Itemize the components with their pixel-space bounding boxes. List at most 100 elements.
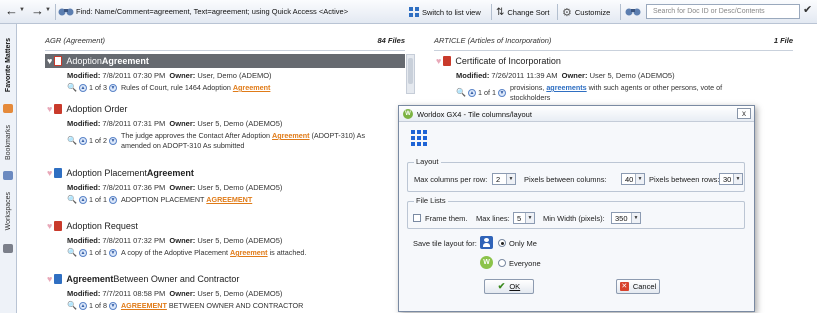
- checkmark-icon: ✔: [497, 281, 506, 291]
- column-divider: [45, 50, 405, 51]
- file-item[interactable]: ♥ Adoption Agreement Modified: 7/8/2011 …: [45, 54, 405, 93]
- next-hit-icon[interactable]: ▼: [108, 249, 117, 257]
- forward-dropdown-icon[interactable]: ▼: [45, 7, 51, 13]
- magnifier-icon[interactable]: 🔍: [67, 83, 77, 93]
- file-item[interactable]: ♥ Adoption Placement Agreement Modified:…: [45, 166, 405, 205]
- search-hit: 🔍 ▲ 1 of 1 ▼ ADOPTION PLACEMENT AGREEMENT: [67, 195, 253, 205]
- forward-arrow-icon[interactable]: →: [31, 4, 44, 18]
- pdf-file-icon: [54, 221, 63, 231]
- tab-workspaces[interactable]: Workspaces: [1, 184, 16, 239]
- file-count: 84 Files: [377, 36, 405, 45]
- previous-hit-icon[interactable]: ▲: [467, 89, 476, 97]
- tile-grid-icon: [411, 130, 427, 146]
- tab-favorite-matters[interactable]: Favorite Matters: [1, 30, 16, 100]
- previous-hit-icon[interactable]: ▲: [78, 249, 87, 257]
- magnifier-icon[interactable]: 🔍: [67, 195, 77, 205]
- vertical-scrollbar[interactable]: [406, 54, 415, 94]
- favorite-heart-icon[interactable]: ♥: [47, 56, 52, 66]
- favorite-heart-icon[interactable]: ♥: [436, 56, 441, 66]
- file-title[interactable]: ♥ Certificate of Incorporation: [434, 54, 793, 68]
- next-hit-icon[interactable]: ▼: [108, 84, 117, 92]
- next-hit-icon[interactable]: ▼: [108, 196, 117, 204]
- tile-layout-dialog: W Worldox GX4 - Tile columns/layout x La…: [398, 105, 755, 312]
- file-title[interactable]: ♥ Agreement Between Owner and Contractor: [45, 272, 405, 286]
- favorite-heart-icon[interactable]: ♥: [47, 168, 52, 178]
- find-description: Find: Name/Comment=agreement, Text=agree…: [76, 7, 349, 16]
- everyone-icon: W: [480, 256, 493, 269]
- file-lists-group: File Lists Frame them. Max lines: 5 ▼ Min…: [407, 196, 745, 229]
- switch-to-list-view-button[interactable]: Switch to list view: [409, 5, 481, 19]
- next-hit-icon[interactable]: ▼: [108, 137, 117, 145]
- favorite-heart-icon[interactable]: ♥: [47, 104, 52, 114]
- toolbar-divider: [491, 4, 492, 20]
- chevron-down-icon: ▼: [631, 213, 640, 223]
- search-input[interactable]: Search for Doc ID or Desc/Contents: [646, 4, 800, 19]
- favorite-heart-icon[interactable]: ♥: [47, 221, 52, 231]
- pdf-file-icon: [54, 56, 63, 66]
- only-me-radio[interactable]: [498, 239, 506, 247]
- previous-hit-icon[interactable]: ▲: [78, 302, 87, 310]
- file-meta: Modified: 7/8/2011 07:32 PM Owner: User …: [67, 236, 283, 245]
- change-sort-button[interactable]: ⇅ Change Sort: [496, 5, 550, 19]
- magnifier-icon[interactable]: 🔍: [67, 136, 77, 146]
- ok-button[interactable]: ✔ OK: [484, 279, 534, 294]
- back-dropdown-icon[interactable]: ▼: [19, 7, 25, 13]
- chevron-down-icon: ▼: [635, 174, 644, 184]
- column-name: (Articles of Incorporation): [467, 36, 552, 45]
- pixels-between-columns-select[interactable]: 40 ▼: [621, 173, 645, 185]
- file-title[interactable]: ♥ Adoption Placement Agreement: [45, 166, 405, 180]
- worldox-logo-icon: W: [403, 109, 413, 119]
- frame-them-checkbox[interactable]: [413, 214, 421, 222]
- next-hit-icon[interactable]: ▼: [108, 302, 117, 310]
- column-abbr: ARTICLE: [434, 36, 466, 45]
- file-meta: Modified: 7/7/2011 08:58 PM Owner: User …: [67, 289, 283, 298]
- close-button[interactable]: x: [737, 108, 751, 119]
- tab-bookmarks-label: Bookmarks: [5, 125, 12, 161]
- next-hit-icon[interactable]: ▼: [497, 89, 506, 97]
- search-go-icon[interactable]: ✔: [803, 3, 812, 16]
- file-title[interactable]: ♥ Adoption Agreement: [45, 54, 405, 68]
- magnifier-icon[interactable]: 🔍: [67, 301, 77, 311]
- binoculars-icon[interactable]: [58, 5, 74, 17]
- search-hit: 🔍 ▲ 1 of 1 ▼ A copy of the Adoptive Placeme…: [67, 248, 307, 258]
- column-header-agr: AGR (Agreement) 84 Files: [45, 36, 405, 48]
- file-item[interactable]: ♥ Adoption Order Modified: 7/8/2011 07:3…: [45, 102, 405, 151]
- file-meta: Modified: 7/8/2011 07:30 PM Owner: User,…: [67, 71, 272, 80]
- bookmarks-icon: [3, 171, 13, 180]
- file-item[interactable]: ♥ Adoption Request Modified: 7/8/2011 07…: [45, 219, 405, 258]
- dialog-titlebar[interactable]: W Worldox GX4 - Tile columns/layout x: [399, 106, 754, 122]
- max-columns-select[interactable]: 2 ▼: [492, 173, 516, 185]
- search-hit: 🔍 ▲ 1 of 8 ▼ AGREEMENT BETWEEN OWNER AND CO…: [67, 301, 304, 311]
- pixels-between-rows-select[interactable]: 30 ▼: [719, 173, 743, 185]
- back-arrow-icon[interactable]: ←: [5, 4, 18, 18]
- tab-bookmarks[interactable]: Bookmarks: [1, 118, 16, 168]
- favorite-heart-icon[interactable]: ♥: [47, 274, 52, 284]
- column-name: (Agreement): [63, 36, 106, 45]
- magnifier-icon[interactable]: 🔍: [67, 248, 77, 258]
- layout-group: Layout Max columns per row: 2 ▼ Pixels be…: [407, 157, 745, 192]
- previous-hit-icon[interactable]: ▲: [78, 84, 87, 92]
- user-icon: [480, 236, 493, 249]
- chevron-down-icon: ▼: [525, 213, 534, 223]
- customize-button[interactable]: ⚙ Customize: [562, 5, 610, 19]
- tab-workspaces-label: Workspaces: [5, 192, 12, 231]
- chevron-down-icon: ▼: [506, 174, 515, 184]
- file-item[interactable]: ♥ Certificate of Incorporation Modified:…: [434, 54, 793, 103]
- previous-hit-icon[interactable]: ▲: [78, 137, 87, 145]
- cancel-button[interactable]: ✕ Cancel: [616, 279, 660, 294]
- previous-hit-icon[interactable]: ▲: [78, 196, 87, 204]
- column-divider: [434, 50, 793, 51]
- file-item[interactable]: ♥ Agreement Between Owner and Contractor…: [45, 272, 405, 311]
- file-count: 1 File: [773, 36, 793, 45]
- min-width-label: Min Width (pixels):: [543, 214, 605, 223]
- file-title[interactable]: ♥ Adoption Order: [45, 102, 405, 116]
- file-title[interactable]: ♥ Adoption Request: [45, 219, 405, 233]
- save-layout-label: Save tile layout for:: [413, 239, 477, 248]
- magnifier-icon[interactable]: 🔍: [456, 88, 466, 98]
- max-lines-select[interactable]: 5 ▼: [513, 212, 535, 224]
- min-width-select[interactable]: 350 ▼: [611, 212, 641, 224]
- search-binoculars-icon[interactable]: [625, 5, 641, 17]
- max-columns-label: Max columns per row:: [414, 175, 488, 184]
- toolbar-divider: [620, 4, 621, 20]
- everyone-radio[interactable]: [498, 259, 506, 267]
